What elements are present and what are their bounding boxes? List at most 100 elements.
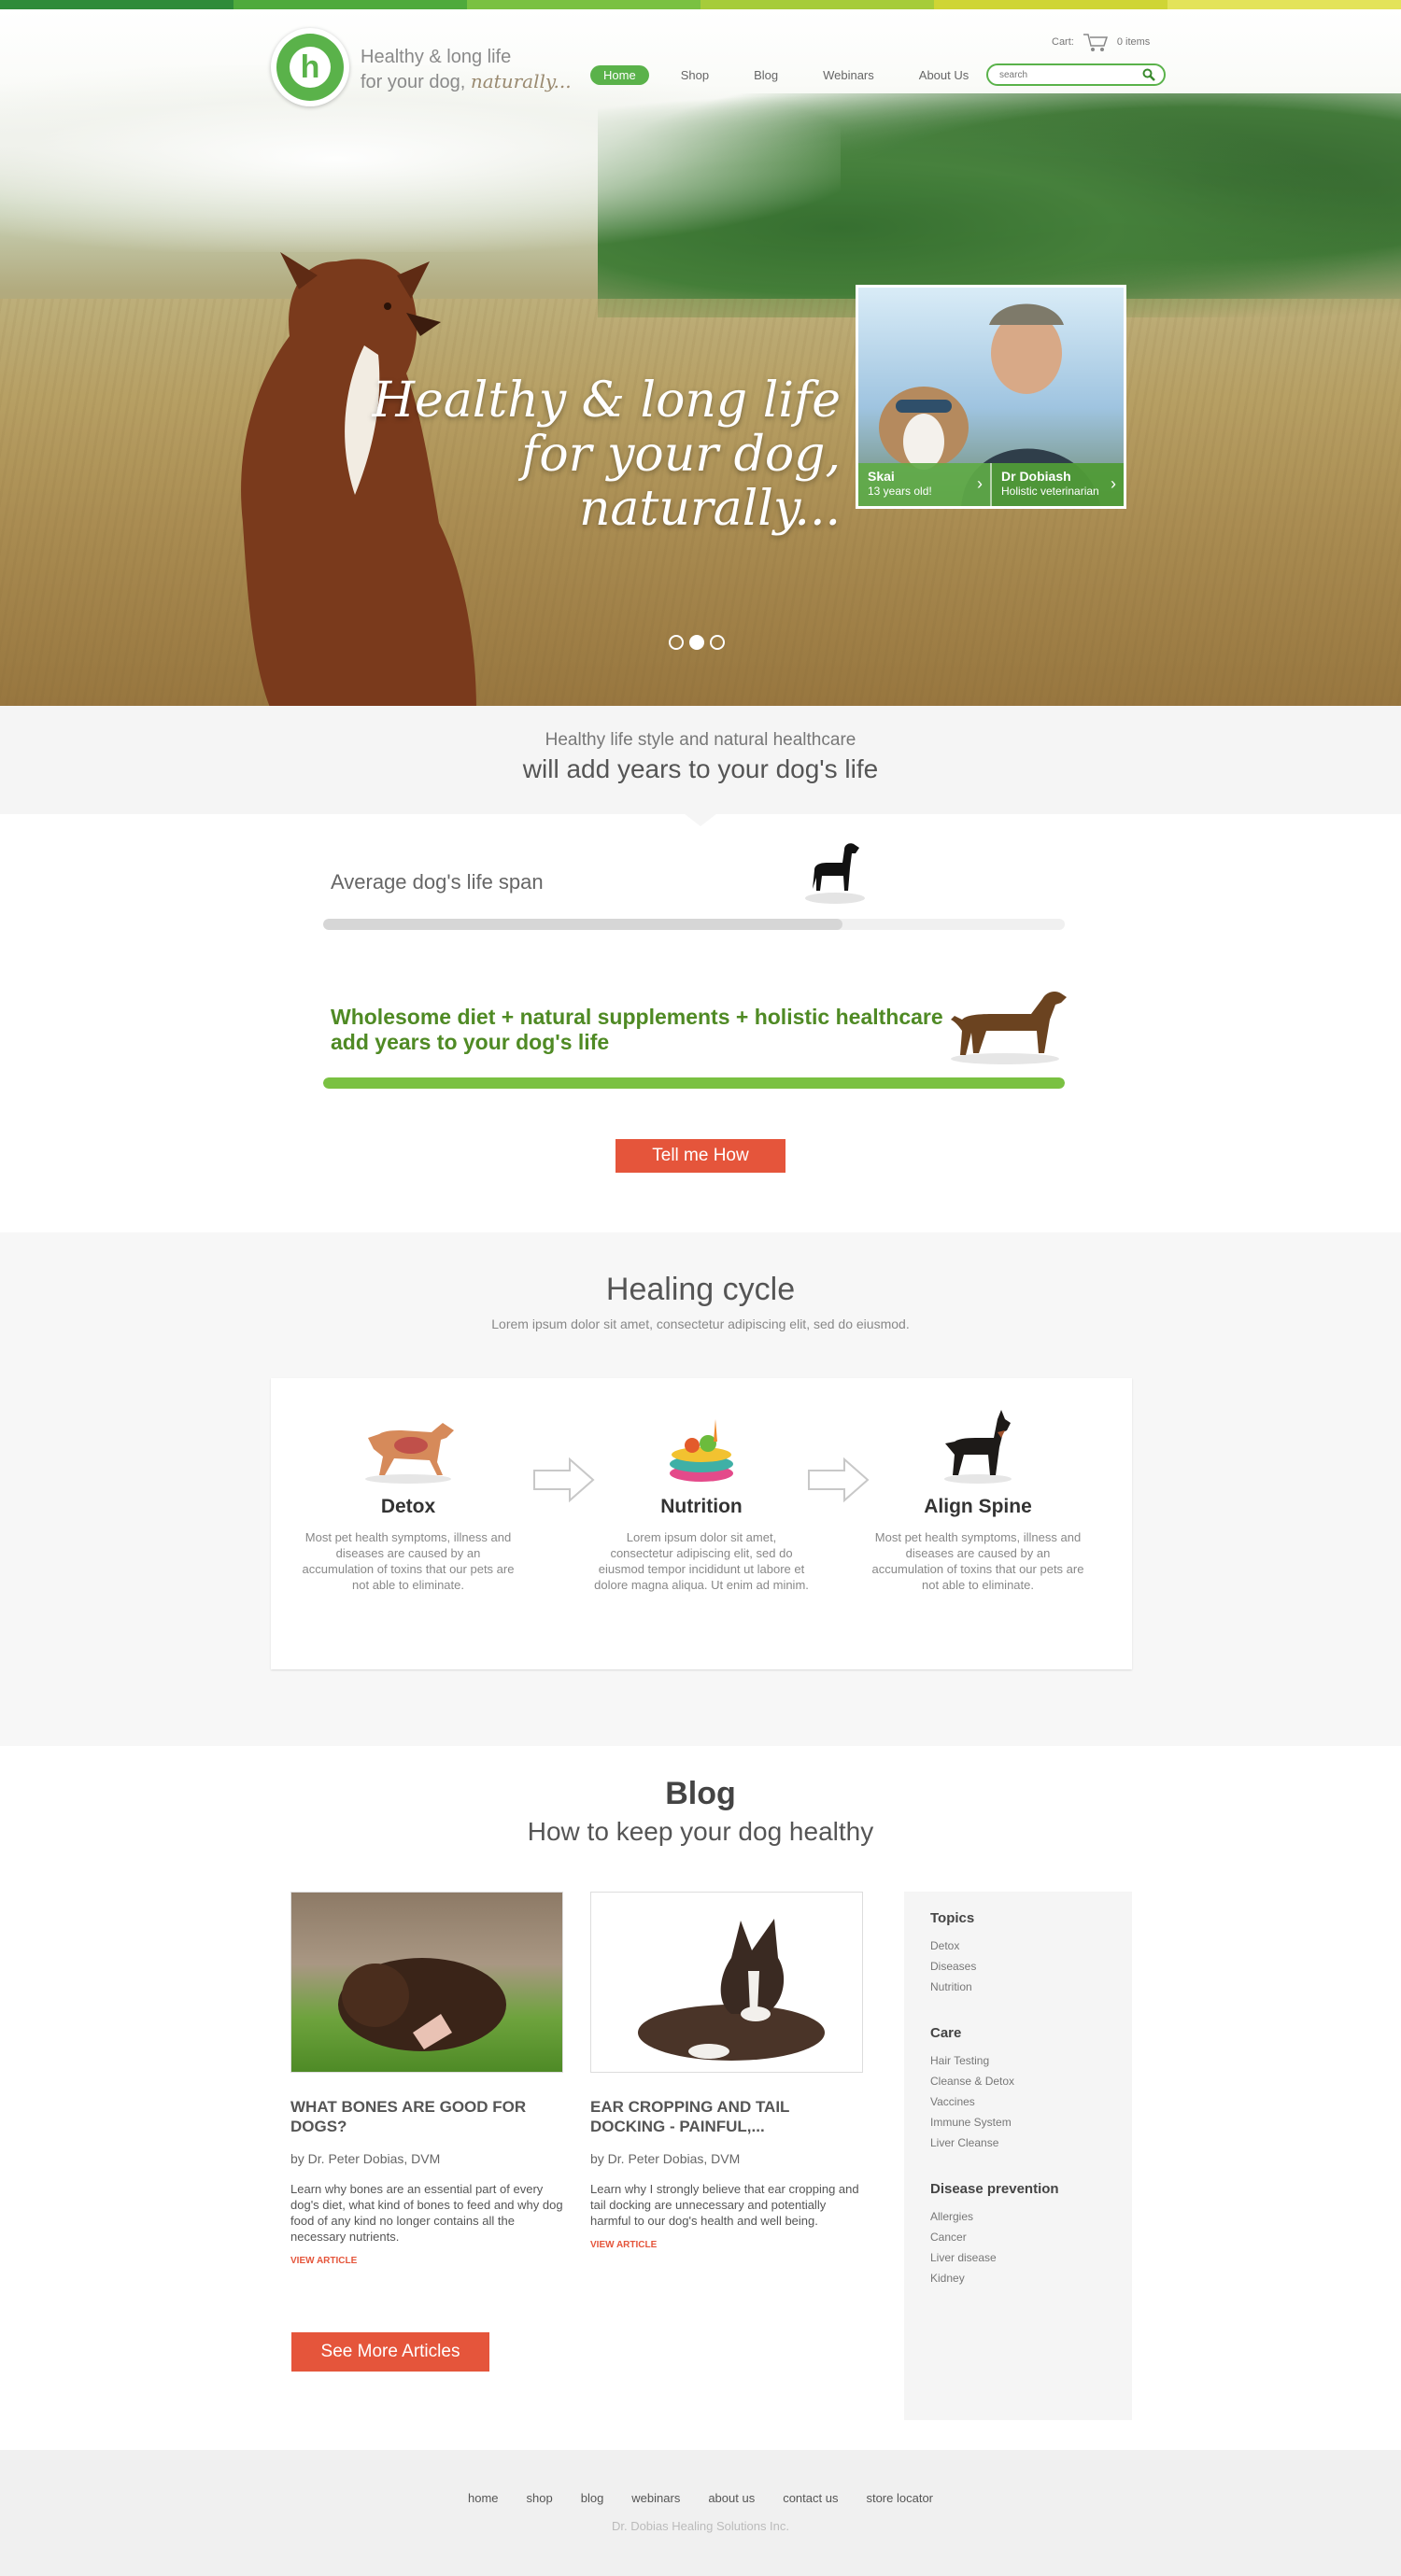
nav-blog[interactable]: Blog	[741, 65, 791, 85]
footer-link-shop[interactable]: shop	[527, 2491, 553, 2505]
holistic-line1: Wholesome diet + natural supplements + h…	[331, 1005, 943, 1029]
healing-cycle-title: Healing cycle	[605, 1272, 796, 1307]
sidebar-item-detox[interactable]: Detox	[930, 1936, 1106, 1956]
main-nav: Home Shop Blog Webinars About Us	[590, 65, 982, 85]
sidebar-heading-topics: Topics	[930, 1910, 975, 1926]
sidebar-item-liver-cleanse[interactable]: Liver Cleanse	[930, 2133, 1106, 2153]
post-excerpt: Learn why I strongly believe that ear cr…	[590, 2182, 859, 2228]
sidebar-item-liver-disease[interactable]: Liver disease	[930, 2247, 1106, 2268]
footer-link-webinars[interactable]: webinars	[631, 2491, 680, 2505]
caption-dr-sub: Holistic veterinarian	[1001, 485, 1099, 498]
hero-title-line2: for your dog, naturally...	[521, 427, 841, 537]
intro-line2: will add years to your dog's life	[522, 754, 879, 783]
caption-skai-name: Skai	[868, 469, 895, 484]
boxer-dog-image	[638, 1919, 825, 2061]
footer-link-home[interactable]: home	[468, 2491, 499, 2505]
slider-dot-active[interactable]	[689, 635, 704, 650]
sidebar-item-cancer[interactable]: Cancer	[930, 2227, 1106, 2247]
slider-dot[interactable]	[710, 635, 725, 650]
post-author: by Dr. Peter Dobias, DVM	[290, 2151, 441, 2166]
tagline-line2: for your dog,	[361, 72, 466, 92]
view-article-link[interactable]: VIEW ARTICLE	[290, 2256, 357, 2266]
search-icon[interactable]	[1141, 67, 1156, 82]
healing-cycle-subtitle: Lorem ipsum dolor sit amet, consectetur …	[491, 1316, 910, 1331]
doberman-icon	[944, 1410, 1012, 1484]
average-lifespan-fill	[323, 919, 842, 930]
post-author: by Dr. Peter Dobias, DVM	[590, 2151, 741, 2166]
sidebar-item-allergies[interactable]: Allergies	[930, 2206, 1106, 2227]
blog-post: WHAT BONES ARE GOOD FOR DOGS? by Dr. Pet…	[290, 1892, 563, 2268]
brand-tagline: Healthy & long life for your dog, natura…	[361, 45, 572, 94]
sidebar-heading-disease-prevention: Disease prevention	[930, 2181, 1059, 2197]
sidebar-item-nutrition[interactable]: Nutrition	[930, 1977, 1106, 1997]
hero-card-captions: Skai 13 years old! › Dr Dobiash Holistic…	[858, 463, 1124, 506]
cart-label: Cart:	[1052, 36, 1074, 48]
intro-band-pointer	[684, 813, 717, 826]
caption-skai[interactable]: Skai 13 years old! ›	[858, 463, 990, 506]
step-text: Lorem ipsum dolor sit amet, consectetur …	[594, 1530, 809, 1592]
hero-feature-card[interactable]: Skai 13 years old! › Dr Dobiash Holistic…	[856, 285, 1126, 509]
chevron-right-icon: ›	[977, 474, 983, 493]
logo-ring: h	[276, 34, 344, 101]
brand-logo[interactable]: h	[271, 28, 349, 106]
sidebar-item-hair-testing[interactable]: Hair Testing	[930, 2050, 1106, 2071]
arrow-right-icon	[533, 1457, 595, 1503]
post-title[interactable]: EAR CROPPING AND TAIL DOCKING - PAINFUL,…	[590, 2097, 863, 2136]
top-color-strip	[0, 0, 1401, 9]
see-more-articles-button[interactable]: See More Articles	[291, 2332, 489, 2372]
sidebar-item-kidney[interactable]: Kidney	[930, 2268, 1106, 2288]
step-text: Most pet health symptoms, illness and di…	[302, 1530, 515, 1592]
strip-segment	[467, 0, 700, 9]
nav-shop[interactable]: Shop	[668, 65, 722, 85]
footer: home shop blog webinars about us contact…	[0, 2450, 1401, 2576]
step-text: Most pet health symptoms, illness and di…	[871, 1530, 1084, 1592]
hero-title-line1: Healthy & long life	[372, 373, 841, 429]
blog-post: EAR CROPPING AND TAIL DOCKING - PAINFUL,…	[590, 1892, 863, 2252]
intro-line1: Healthy life style and natural healthcar…	[545, 730, 856, 750]
footer-link-store-locator[interactable]: store locator	[866, 2491, 933, 2505]
sidebar-item-vaccines[interactable]: Vaccines	[930, 2091, 1106, 2112]
slider-dots	[669, 635, 725, 650]
nav-webinars[interactable]: Webinars	[810, 65, 887, 85]
post-image[interactable]	[590, 1892, 863, 2073]
strip-segment	[934, 0, 1168, 9]
cart-widget[interactable]: Cart: 0 items	[1052, 32, 1150, 52]
strip-segment	[234, 0, 467, 9]
healing-cycle-card: Detox Most pet health symptoms, illness …	[271, 1378, 1132, 1669]
step-detox: Detox Most pet health symptoms, illness …	[301, 1406, 516, 1593]
average-lifespan-bar	[323, 919, 1065, 930]
strip-segment	[700, 0, 934, 9]
footer-link-contact-us[interactable]: contact us	[783, 2491, 838, 2505]
sidebar-item-cleanse-detox[interactable]: Cleanse & Detox	[930, 2071, 1106, 2091]
logo-letter: h	[290, 47, 331, 88]
hero-banner: Healthy & long life for your dog, natura…	[0, 9, 1401, 706]
post-title[interactable]: WHAT BONES ARE GOOD FOR DOGS?	[290, 2097, 563, 2136]
tagline-line1: Healthy & long life	[361, 47, 512, 67]
healing-cycle-section: Healing cycle Lorem ipsum dolor sit amet…	[0, 1232, 1401, 1746]
sidebar-item-diseases[interactable]: Diseases	[930, 1956, 1106, 1977]
footer-link-blog[interactable]: blog	[581, 2491, 604, 2505]
step-title: Nutrition	[660, 1496, 743, 1517]
caption-dr-dobiash[interactable]: Dr Dobiash Holistic veterinarian ›	[990, 463, 1124, 506]
blog-subtitle: How to keep your dog healthy	[527, 1817, 874, 1846]
puppy-with-bone-image	[338, 1958, 506, 2051]
view-article-link[interactable]: VIEW ARTICLE	[590, 2240, 657, 2250]
dog-anatomy-icon	[365, 1423, 454, 1484]
post-image[interactable]	[290, 1892, 563, 2073]
search-input[interactable]	[988, 66, 1128, 84]
tagline-emphasis: naturally...	[470, 70, 572, 92]
sidebar-item-immune-system[interactable]: Immune System	[930, 2112, 1106, 2133]
hero-title: Healthy & long life for your dog, natura…	[318, 373, 841, 536]
footer-link-about-us[interactable]: about us	[708, 2491, 755, 2505]
arrow-right-icon	[808, 1457, 870, 1503]
slider-dot[interactable]	[669, 635, 684, 650]
step-align-spine: Align Spine Most pet health symptoms, il…	[870, 1406, 1085, 1593]
nav-about-us[interactable]: About Us	[906, 65, 982, 85]
step-title: Detox	[380, 1496, 436, 1517]
sidebar-list-disease-prevention: Allergies Cancer Liver disease Kidney	[930, 2206, 1106, 2288]
caption-dr-name: Dr Dobiash	[1001, 469, 1071, 484]
nav-home[interactable]: Home	[590, 65, 649, 85]
food-bowl-icon	[670, 1419, 733, 1482]
holistic-lifespan-bar	[323, 1077, 1065, 1089]
tell-me-how-button[interactable]: Tell me How	[616, 1139, 785, 1173]
